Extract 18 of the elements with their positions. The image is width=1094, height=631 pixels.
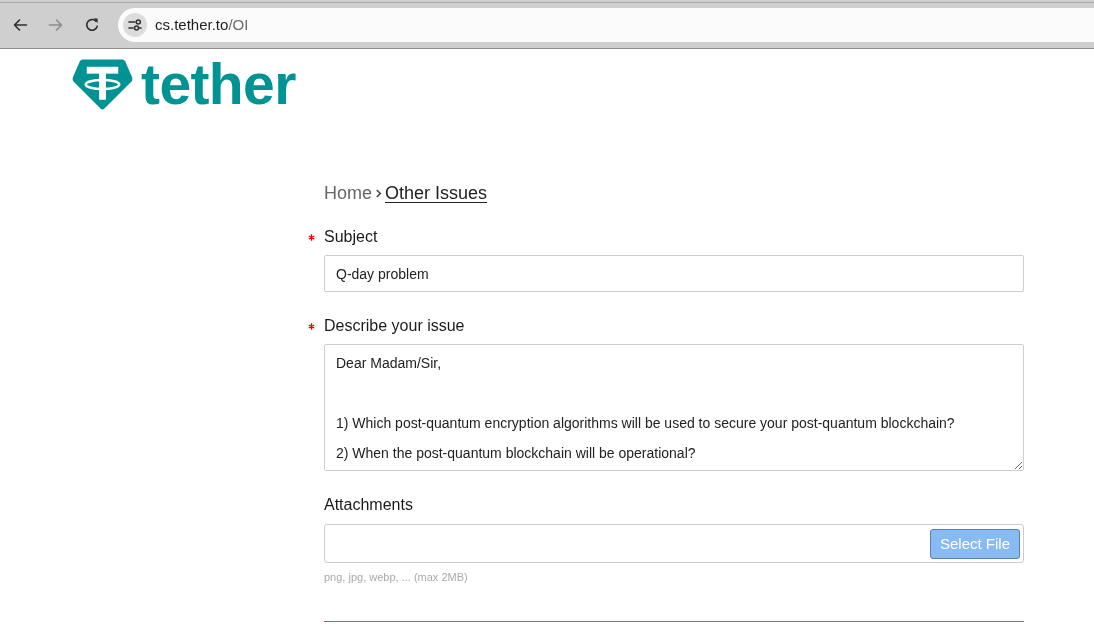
field-label: Describe your issue — [324, 316, 465, 336]
chevron-right-icon — [375, 189, 382, 198]
logo-icon — [72, 58, 133, 110]
field-label: Attachments — [324, 495, 413, 515]
breadcrumb-link[interactable]: Home — [324, 180, 372, 207]
reload-icon — [84, 17, 100, 33]
file-hint-text: png, jpg, webp, ... (max 2MB) — [324, 570, 468, 584]
site-info-button[interactable] — [123, 13, 147, 37]
subject-field[interactable]: Q-day problem — [324, 255, 1024, 292]
arrow-right-icon — [48, 17, 64, 33]
description-field[interactable]: Dear Madam/Sir, 1) Which post-quantum encryption algorithms will be used to secure your post-quantum blockchain? 2) When the post-quantum blockchain will be operational? — [324, 344, 1024, 471]
address-bar[interactable]: cs.tether.to/OI — [118, 8, 1094, 42]
field-label: Subject — [324, 227, 378, 247]
breadcrumb-link[interactable]: Other Issues — [385, 180, 488, 207]
url-text: cs.tether.to/OI — [155, 14, 249, 35]
arrow-left-icon — [12, 17, 28, 33]
logo-text: tether — [141, 58, 296, 110]
tune-icon — [128, 18, 142, 32]
